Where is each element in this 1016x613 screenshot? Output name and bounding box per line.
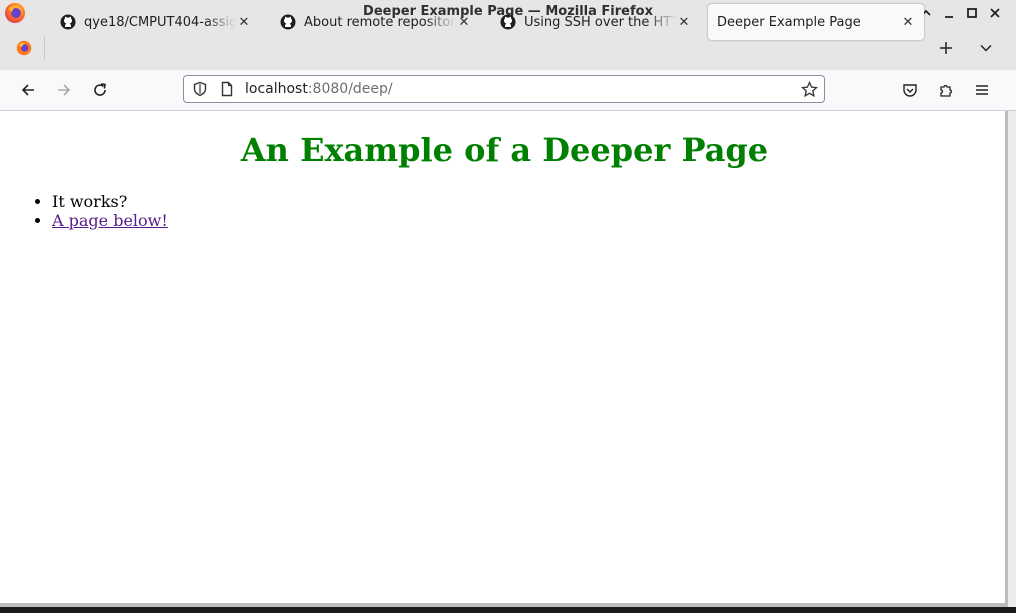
puzzle-icon [940,84,953,97]
address-bar[interactable]: localhost:8080/deep/ [183,75,825,103]
menu-button[interactable] [968,76,996,104]
pocket-button[interactable] [896,76,924,104]
page-heading: An Example of a Deeper Page [240,131,769,169]
github-icon [280,14,296,30]
tab-qye18-cmput404[interactable]: qye18/CMPUT404-assignment-webserver ✕ [48,4,258,40]
page-content: An Example of a Deeper Page It works? A … [4,111,1005,603]
plus-icon [940,42,952,54]
page-below-link[interactable]: A page below! [52,211,168,230]
chevron-down-icon [980,44,992,52]
reload-button[interactable] [86,76,114,104]
tab-deeper-example-page[interactable]: Deeper Example Page ✕ [708,4,924,40]
tab-separator [44,36,45,60]
pocket-icon [903,84,917,97]
shield-icon[interactable] [192,81,208,97]
reload-icon [94,83,106,96]
desktop-taskbar-edge [0,607,1016,613]
list-all-tabs-button[interactable] [976,38,996,58]
tab-label: qye18/CMPUT404-assignment-webserver [84,14,236,30]
tab-using-ssh-over-https[interactable]: Using SSH over the HTTPS port ✕ [488,4,698,40]
pinned-tab-firefox[interactable] [8,30,40,66]
back-button[interactable] [14,76,42,104]
tab-about-remote-repositories[interactable]: About remote repositories ✕ [268,4,478,40]
page-icon[interactable] [219,81,235,97]
list-item: A page below! [52,211,168,230]
tab-label: Using SSH over the HTTPS port [524,14,676,30]
arrow-left-icon [21,84,34,96]
close-icon[interactable] [986,4,1004,22]
background-window-edge [1008,111,1016,613]
tab-close-icon[interactable]: ✕ [236,14,252,30]
firefox-icon [16,40,32,56]
content-list: It works? A page below! [12,192,168,230]
arrow-right-icon [58,84,71,96]
tab-label: About remote repositories [304,14,456,30]
tab-label: Deeper Example Page [717,14,861,30]
url-text[interactable]: localhost:8080/deep/ [245,81,393,97]
github-icon [60,14,76,30]
tab-close-icon[interactable]: ✕ [456,14,472,30]
url-host: localhost [245,81,308,97]
extensions-button[interactable] [932,76,960,104]
github-icon [500,14,516,30]
hamburger-menu-icon [976,85,988,95]
maximize-icon[interactable] [963,4,981,22]
star-icon[interactable] [801,81,818,98]
navigation-toolbar: localhost:8080/deep/ [0,70,1016,111]
tab-close-icon[interactable]: ✕ [676,14,692,30]
forward-button[interactable] [50,76,78,104]
minimize-icon[interactable] [940,4,958,22]
list-item-text: It works? [52,192,128,211]
new-tab-button[interactable] [936,38,956,58]
list-item: It works? [52,192,168,211]
tab-close-icon[interactable]: ✕ [900,14,916,30]
url-path: :8080/deep/ [307,81,393,97]
